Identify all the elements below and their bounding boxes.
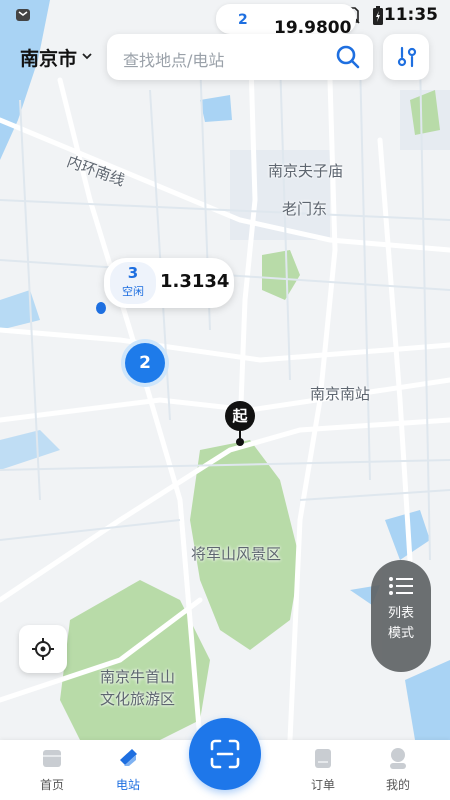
scan-button[interactable] [189,718,261,790]
tab-label: 我的 [385,778,410,792]
station-count: 2 [238,12,248,28]
city-label: 南京市 [20,48,78,70]
status-time: 11:35 [383,5,438,25]
station-price: 1.3134 [160,271,230,292]
order-icon [315,749,331,768]
tab-profile[interactable]: 我的 [363,740,433,800]
tab-home[interactable]: 首页 [17,740,87,800]
list-mode-button[interactable]: 列表 模式 [371,560,431,672]
locate-button[interactable] [19,625,67,673]
search-input[interactable]: 查找地点/电站 [107,34,373,80]
map-label-fuzimiao: 南京夫子庙 [268,162,344,180]
tab-label: 首页 [39,778,64,792]
locate-icon [32,638,54,660]
search-icon[interactable] [335,44,361,74]
battery-charging-icon [372,6,384,30]
scan-icon [210,739,240,769]
start-marker-dot [236,438,244,446]
profile-icon [390,748,406,769]
map-label-niushoushan-2: 文化旅游区 [100,690,176,708]
list-mode-label-1: 列表 [387,606,414,621]
tab-label: 订单 [310,778,335,792]
search-placeholder: 查找地点/电站 [123,51,225,70]
city-selector[interactable]: 南京市 [20,44,93,71]
app-notification-icon [14,6,32,28]
station-bubble-top[interactable]: 2 19.9800 [216,4,356,38]
tab-label: 电站 [115,778,140,792]
station-count-box: 3 空闲 [110,262,156,304]
home-icon [43,750,61,767]
station-bubble[interactable]: 3 空闲 1.3134 [104,258,234,308]
cluster-count: 2 [125,343,165,383]
station-cluster[interactable]: 2 [121,339,169,387]
map-label-niushoushan: 南京牛首山 [100,668,176,686]
list-mode-label-2: 模式 [387,626,414,641]
map-label-laomendong: 老门东 [282,200,328,218]
list-icon [371,576,431,600]
station-status: 空闲 [122,285,144,298]
filter-button[interactable] [383,34,429,80]
map-label-south-station: 南京南站 [310,385,371,403]
chevron-down-icon [81,50,93,66]
tab-order[interactable]: 订单 [288,740,358,800]
station-free-count: 3 [127,264,139,282]
station-icon [120,749,137,766]
filter-icon [397,46,417,68]
start-marker[interactable]: 起 [225,401,255,431]
tab-station[interactable]: 电站 [93,740,163,800]
map-label-jiangjunshan: 将军山风景区 [191,545,282,563]
station-pin-icon[interactable] [96,302,106,314]
